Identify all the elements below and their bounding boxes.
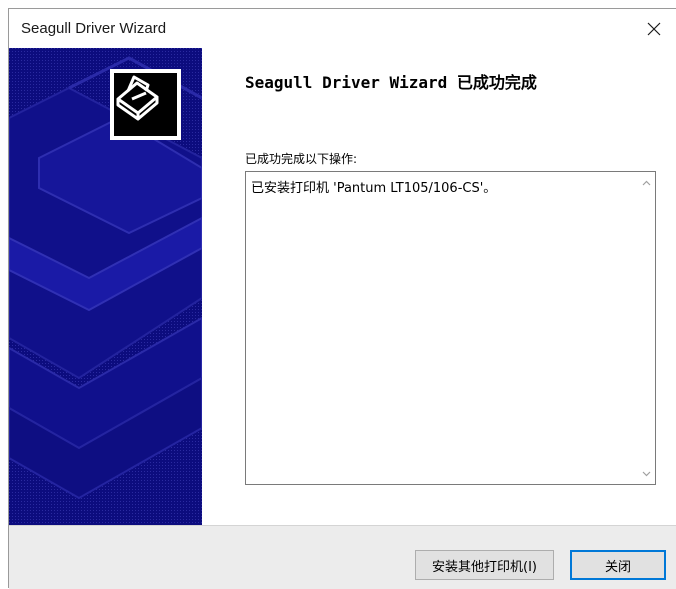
close-icon: [647, 22, 661, 35]
operations-label: 已成功完成以下操作:: [245, 152, 358, 166]
chevron-down-icon: [642, 471, 651, 476]
scroll-up-button[interactable]: [638, 174, 655, 191]
chevron-up-icon: [642, 180, 651, 185]
install-other-printer-button[interactable]: 安装其他打印机(I): [415, 550, 554, 580]
printer-icon: [116, 75, 159, 121]
operations-list[interactable]: 已安装打印机 'Pantum LT105/106-CS'。: [245, 171, 656, 485]
wizard-side-banner: [9, 48, 202, 525]
window-title: Seagull Driver Wizard: [21, 20, 167, 37]
close-window-button[interactable]: [631, 9, 676, 48]
page-title: Seagull Driver Wizard 已成功完成: [245, 73, 537, 92]
button-bar: 安装其他打印机(I) 关闭: [9, 525, 676, 589]
close-button[interactable]: 关闭: [570, 550, 666, 580]
list-item: 已安装打印机 'Pantum LT105/106-CS'。: [251, 181, 497, 196]
scroll-down-button[interactable]: [638, 465, 655, 482]
wizard-logo: [110, 69, 181, 140]
title-bar: Seagull Driver Wizard: [9, 9, 676, 48]
vertical-scrollbar[interactable]: [638, 172, 655, 484]
wizard-window: Seagull Driver Wizard Seagull Driver Wiz…: [8, 8, 676, 589]
